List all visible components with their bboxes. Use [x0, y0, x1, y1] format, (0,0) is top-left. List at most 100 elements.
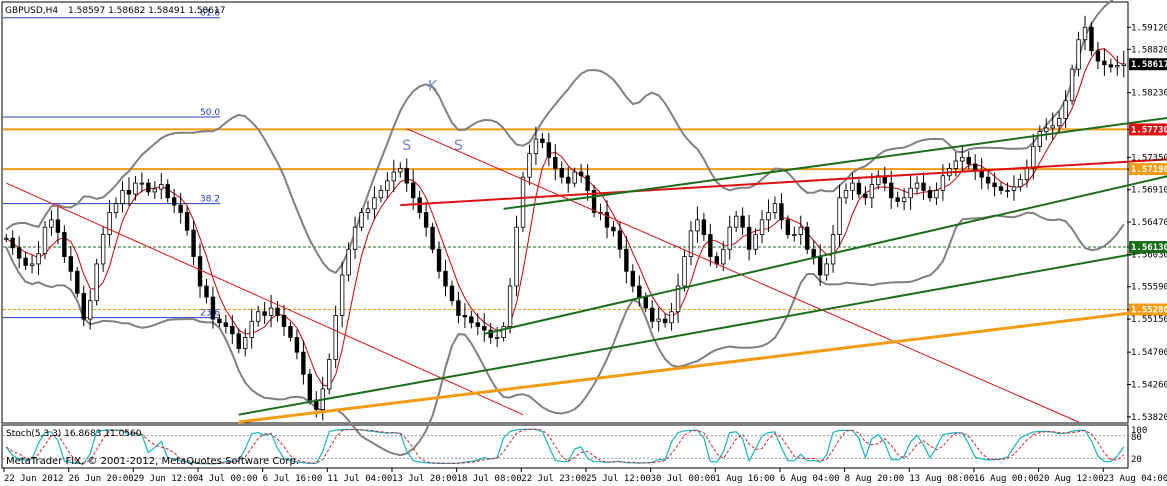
candle-body [998, 186, 1004, 191]
candle-body [307, 373, 313, 401]
candle-body [339, 274, 345, 316]
candle-body [197, 256, 203, 287]
candle-body [850, 182, 855, 191]
candle-body [301, 351, 306, 375]
candle-body [889, 182, 894, 199]
candle-body [42, 226, 48, 255]
candle-body [23, 257, 28, 266]
time-tick-label: 13 Aug 08:00 [909, 474, 974, 484]
candle-body [1037, 131, 1042, 147]
price-chart[interactable]: 61.850.038.223.6 SKS 1.591201.588201.582… [0, 0, 1167, 486]
time-tick-label: 23 Aug 04:00 [1103, 474, 1167, 484]
time-tick-label: 8 Aug 20:00 [845, 474, 905, 484]
candle-body [611, 226, 616, 232]
candle-body [566, 176, 571, 184]
candle-body [223, 322, 229, 327]
candle-body [378, 190, 384, 199]
candle-body [785, 219, 791, 235]
candle-body [100, 234, 106, 265]
candle-body [863, 193, 868, 199]
price-tick-label: 1.58230 [1131, 89, 1167, 99]
candle-body [669, 311, 674, 324]
candle-body [908, 187, 913, 199]
main-pane-frame [1, 1, 1129, 424]
candle-body [469, 316, 474, 324]
price-tag-label: 1.57730 [1131, 125, 1167, 135]
candle-body [36, 253, 41, 265]
candle-body [546, 142, 552, 158]
candle-body [16, 247, 22, 259]
candle-body [126, 190, 132, 195]
candle-body [624, 248, 629, 272]
candle-body [281, 315, 287, 327]
candle-body [979, 170, 984, 178]
candle-body [1089, 26, 1094, 52]
candle-body [1069, 68, 1075, 102]
candle-body [1063, 100, 1068, 119]
candle-body [327, 359, 332, 390]
candle-body [714, 256, 720, 265]
stoch-label: Stoch(5,3,3) 16.8683 11.0560 [6, 429, 142, 439]
candle-body [482, 326, 487, 331]
candle-body [288, 326, 293, 338]
candle-body [637, 285, 642, 298]
price-tick-label: 1.59120 [1131, 23, 1167, 33]
price-tick-label: 1.56470 [1131, 218, 1167, 228]
annotation-0: S [402, 138, 411, 154]
candle-body [243, 337, 248, 349]
candle-body [604, 212, 610, 228]
price-tick-label: 1.56910 [1131, 186, 1167, 196]
candle-body [992, 182, 997, 188]
candle-body [585, 175, 590, 191]
candle-body [152, 188, 158, 193]
candle-body [772, 203, 778, 213]
candle-body [75, 270, 80, 294]
price-tag-label: 1.55280 [1131, 306, 1167, 316]
candle-body [133, 182, 138, 195]
candle-body [146, 182, 151, 193]
candle-body [779, 203, 784, 221]
time-tick-label: 11 Jul 04:00 [327, 474, 392, 484]
copyright-text: MetaTrader FIX, © 2001-2012, MetaQuotes … [6, 456, 299, 467]
candle-body [869, 184, 875, 199]
candle-body [449, 285, 455, 302]
candle-body [372, 197, 377, 210]
candle-body [1056, 118, 1062, 127]
price-tick-label: 1.55590 [1131, 283, 1167, 293]
candle-body [559, 167, 564, 178]
candle-body [746, 226, 752, 250]
candle-body [1115, 65, 1120, 68]
candle-body [811, 248, 816, 258]
candle-body [817, 256, 823, 276]
ohlc-readout: 1.58597 1.58682 1.58491 1.58617 [68, 6, 225, 16]
candle-body [462, 315, 468, 318]
candle-body [630, 270, 636, 287]
candle-body [507, 285, 513, 327]
candle-body [398, 167, 403, 173]
candle-body [985, 176, 991, 184]
candle-body [753, 234, 758, 250]
time-tick-label: 6 Jul 16:00 [263, 474, 323, 484]
candle-body [960, 156, 965, 162]
candle-body [572, 171, 577, 184]
candle-body [494, 337, 500, 339]
candle-body [268, 307, 274, 316]
candle-body [1095, 50, 1101, 62]
annotation-1: K [428, 78, 438, 94]
price-axis: 1.59120 1.58820 1.58230 1.57730 1.57350 1.571… [1127, 23, 1167, 423]
candle-body [475, 322, 480, 327]
candle-body [275, 307, 280, 316]
candle-body [204, 285, 209, 298]
candle-body [953, 160, 959, 169]
candle-body [1044, 127, 1049, 133]
candle-body [10, 237, 15, 249]
candle-body [966, 156, 971, 165]
candle-body [1005, 190, 1010, 192]
time-tick-label: 20 Aug 12:00 [1039, 474, 1104, 484]
fib-label-1: 50.0 [200, 108, 220, 118]
candle-body [856, 182, 862, 195]
candle-body [410, 182, 416, 199]
candle-body [1031, 145, 1036, 169]
candle-body [727, 226, 732, 250]
candle-body [1082, 26, 1088, 41]
